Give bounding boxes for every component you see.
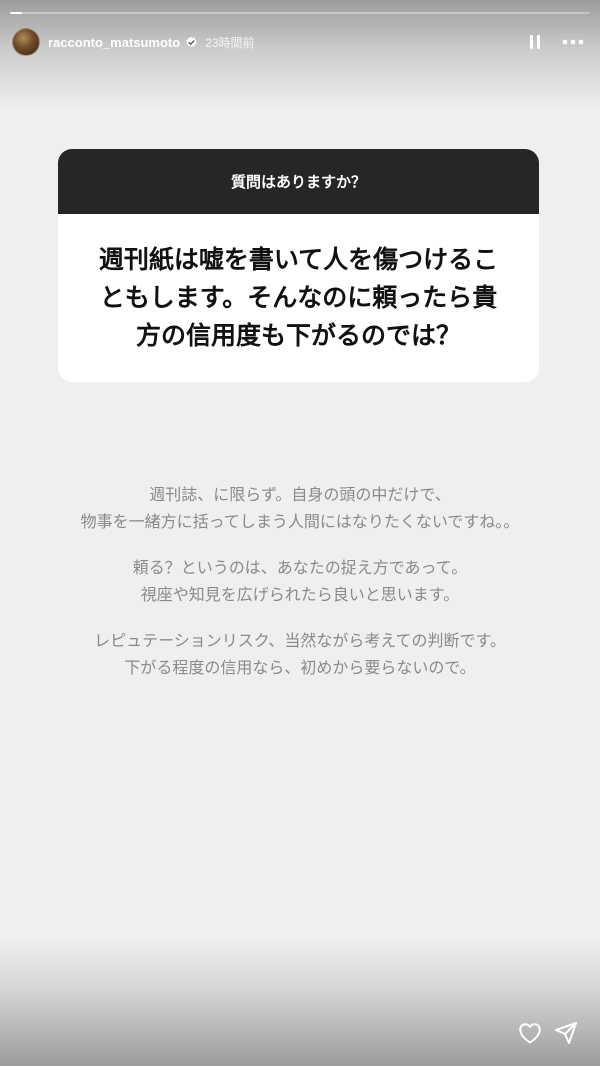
progress-track: [10, 12, 590, 14]
send-icon: [555, 1022, 577, 1044]
answer-line: 下がる程度の信用なら、初めから要らないので。: [124, 658, 476, 677]
answer-text: 週刊誌、に限らず。自身の頭の中だけで、 物事を一緒方に括ってしまう人間にはなりた…: [20, 481, 580, 700]
like-button[interactable]: [516, 1019, 544, 1047]
pause-button[interactable]: [522, 28, 548, 56]
story-actions: [516, 1019, 580, 1047]
question-line: 週刊紙は嘘を書いて人を傷つけるこ: [98, 245, 499, 274]
question-sticker: 質問はありますか？ 週刊紙は嘘を書いて人を傷つけるこ ともします。そんなのに頼っ…: [58, 149, 539, 382]
post-timestamp: 23時間前: [205, 35, 255, 50]
more-horizontal-icon: [562, 39, 584, 45]
verified-badge-icon: [186, 36, 197, 47]
answer-line: 視座や知見を広げられたら良いと思います。: [140, 585, 460, 604]
question-prompt: 質問はありますか？: [58, 149, 539, 214]
question-line: ともします。そんなのに頼ったら貴: [99, 283, 498, 312]
question-text: 週刊紙は嘘を書いて人を傷つけるこ ともします。そんなのに頼ったら貴 方の信用度も…: [99, 241, 498, 355]
more-options-button[interactable]: [558, 28, 588, 56]
answer-line: レピュテーションリスク、当然ながら考えての判断です。: [94, 631, 506, 650]
story-progress-bar: [10, 12, 590, 14]
answer-paragraph: 週刊誌、に限らず。自身の頭の中だけで、 物事を一緒方に括ってしまう人間にはなりた…: [20, 481, 580, 535]
username[interactable]: racconto_matsumoto: [48, 35, 180, 50]
progress-fill: [10, 12, 22, 14]
answer-line: 頼る？というのは、あなたの捉え方であって。: [132, 558, 468, 577]
bottom-gradient: [0, 936, 600, 1066]
answer-line: 物事を一緒方に括ってしまう人間にはなりたくないですね。。: [80, 512, 520, 531]
story-header: racconto_matsumoto 23時間前: [12, 27, 588, 57]
answer-paragraph: レピュテーションリスク、当然ながら考えての判断です。 下がる程度の信用なら、初め…: [20, 627, 580, 681]
question-line: 方の信用度も下がるのでは？: [135, 321, 461, 350]
share-button[interactable]: [552, 1019, 580, 1047]
question-body: 週刊紙は嘘を書いて人を傷つけるこ ともします。そんなのに頼ったら貴 方の信用度も…: [58, 214, 539, 382]
story-viewer[interactable]: racconto_matsumoto 23時間前 質問はありますか？ 週刊紙は嘘…: [0, 0, 600, 1066]
answer-line: 週刊誌、に限らず。自身の頭の中だけで、: [149, 485, 451, 504]
pause-icon: [530, 35, 540, 49]
heart-icon: [519, 1023, 541, 1044]
answer-paragraph: 頼る？というのは、あなたの捉え方であって。 視座や知見を広げられたら良いと思いま…: [20, 554, 580, 608]
profile-avatar[interactable]: [12, 28, 40, 56]
